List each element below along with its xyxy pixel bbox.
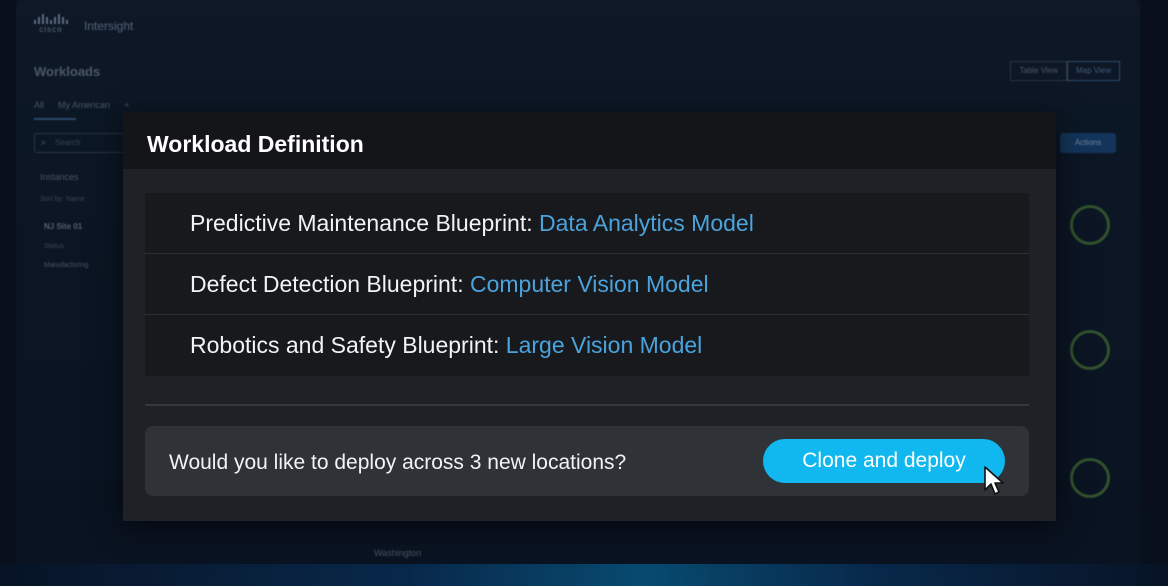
definition-row: Predictive Maintenance Blueprint: Data A… <box>145 193 1029 254</box>
blueprint-label: Predictive Maintenance Blueprint: <box>190 210 540 236</box>
deploy-prompt-text: Would you like to deploy across 3 new lo… <box>169 451 627 474</box>
mouse-pointer-icon <box>984 466 1004 495</box>
blueprint-label: Robotics and Safety Blueprint: <box>190 332 506 358</box>
workload-definition-modal: Workload Definition Predictive Maintenan… <box>123 112 1056 521</box>
modal-header: Workload Definition <box>123 112 1056 169</box>
definition-row: Robotics and Safety Blueprint: Large Vis… <box>145 315 1029 375</box>
definition-list: Predictive Maintenance Blueprint: Data A… <box>145 193 1029 376</box>
model-link[interactable]: Data Analytics Model <box>539 210 754 236</box>
definition-row: Defect Detection Blueprint: Computer Vis… <box>145 254 1029 315</box>
divider <box>145 404 1029 406</box>
blueprint-label: Defect Detection Blueprint: <box>190 271 470 297</box>
modal-title: Workload Definition <box>147 131 364 157</box>
deploy-prompt-bar: Would you like to deploy across 3 new lo… <box>145 426 1029 496</box>
model-link[interactable]: Computer Vision Model <box>470 271 709 297</box>
model-link[interactable]: Large Vision Model <box>506 332 702 358</box>
clone-and-deploy-button[interactable]: Clone and deploy <box>763 439 1005 483</box>
